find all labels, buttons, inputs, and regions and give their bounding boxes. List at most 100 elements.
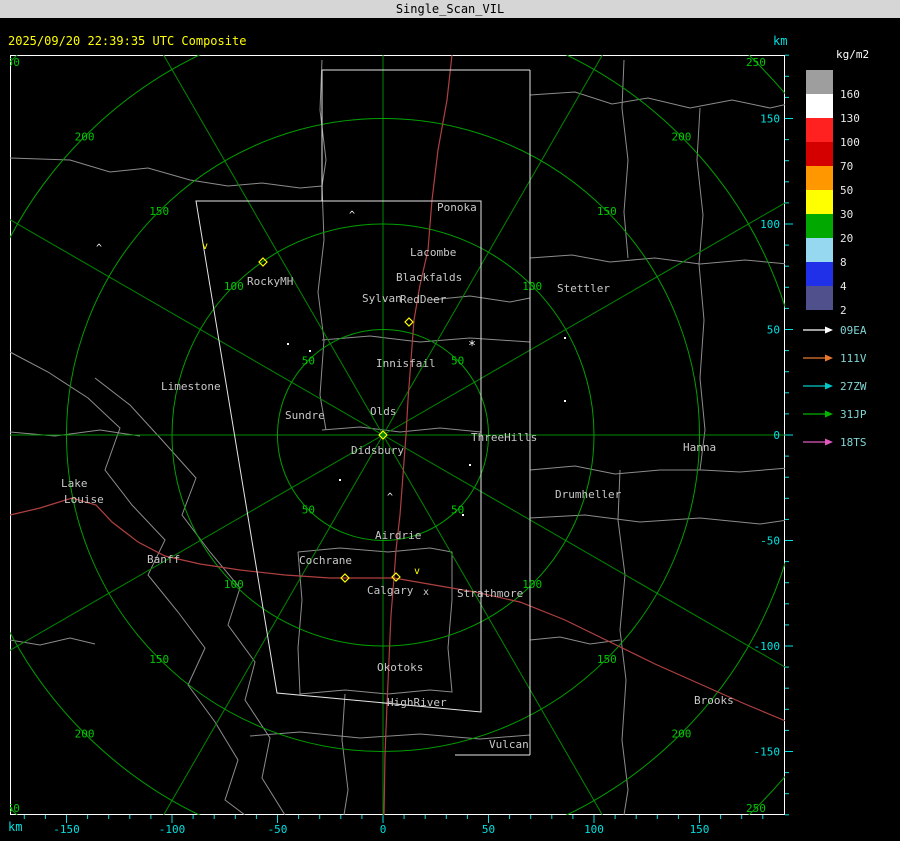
legend-arrow-head-icon bbox=[825, 354, 833, 362]
axis-label-right: 50 bbox=[767, 324, 780, 337]
arrow-v-marker-icon: v bbox=[414, 566, 420, 577]
range-ring-label: 150 bbox=[597, 205, 617, 218]
range-ring-label: 250 bbox=[0, 802, 20, 815]
county-boundary-line bbox=[94, 377, 286, 815]
range-ring-label: 100 bbox=[224, 280, 244, 293]
radar-map-svg: 5050505010010010010015015015015020020020… bbox=[0, 48, 869, 836]
legend-id-label: 111V bbox=[840, 352, 867, 365]
axis-label-bottom: 100 bbox=[584, 823, 604, 836]
city-label: RockyMH bbox=[247, 275, 293, 288]
city-label: Vulcan bbox=[489, 738, 529, 751]
city-marker-dot-icon bbox=[564, 337, 566, 339]
scale-swatch bbox=[806, 238, 833, 262]
axis-label-bottom: -100 bbox=[159, 823, 186, 836]
range-ring-label: 200 bbox=[671, 131, 691, 144]
city-label: HighRiver bbox=[387, 696, 447, 709]
radial-line bbox=[163, 434, 384, 815]
range-ring-label: 200 bbox=[75, 727, 95, 740]
range-ring-label: 100 bbox=[522, 280, 542, 293]
county-boundary-line bbox=[529, 514, 785, 525]
county-boundary-line bbox=[529, 465, 785, 475]
range-ring-label: 100 bbox=[522, 578, 542, 591]
scale-value-label: 20 bbox=[840, 232, 853, 245]
axis-label-right: -50 bbox=[760, 535, 780, 548]
range-ring-label: 50 bbox=[451, 354, 464, 367]
caret-marker-icon: ^ bbox=[387, 492, 393, 503]
scale-value-label: 160 bbox=[840, 88, 860, 101]
range-ring-label: 150 bbox=[149, 205, 169, 218]
scale-swatch bbox=[806, 190, 833, 214]
county-boundary-line bbox=[617, 469, 629, 815]
city-marker-dot-icon bbox=[309, 350, 311, 352]
axis-label-bottom: 50 bbox=[482, 823, 495, 836]
city-label: Hanna bbox=[683, 441, 716, 454]
axis-label-right: -150 bbox=[754, 746, 781, 759]
range-ring-label: 200 bbox=[671, 727, 691, 740]
city-label: Calgary bbox=[367, 584, 414, 597]
scale-value-label: 2 bbox=[840, 304, 847, 317]
city-label: Okotoks bbox=[377, 661, 423, 674]
scale-swatch bbox=[806, 118, 833, 142]
city-label: Drumheller bbox=[555, 488, 622, 501]
radial-line bbox=[10, 219, 384, 436]
city-marker-diamond-icon bbox=[391, 572, 401, 582]
city-label: Didsbury bbox=[351, 444, 404, 457]
range-ring-label: 50 bbox=[302, 504, 315, 517]
asterisk-marker-icon: * bbox=[468, 339, 476, 354]
city-marker-dot-icon bbox=[462, 514, 464, 516]
city-label: Airdrie bbox=[375, 529, 421, 542]
legend-id-label: 31JP bbox=[840, 408, 867, 421]
legend-arrow-head-icon bbox=[825, 438, 833, 446]
scale-value-label: 50 bbox=[840, 184, 853, 197]
county-boundary-line bbox=[529, 254, 785, 265]
city-label: Sylvan bbox=[362, 292, 402, 305]
scale-swatch bbox=[806, 70, 833, 94]
axis-label-right: 0 bbox=[773, 429, 780, 442]
city-label: Brooks bbox=[694, 694, 734, 707]
county-boundary-line bbox=[696, 107, 706, 471]
scale-swatch bbox=[806, 142, 833, 166]
city-label: Limestone bbox=[161, 380, 221, 393]
county-boundary-line bbox=[341, 693, 349, 815]
city-label: Sundre bbox=[285, 409, 325, 422]
city-label: Lake bbox=[61, 477, 88, 490]
city-label: Louise bbox=[64, 493, 104, 506]
range-ring-label: 150 bbox=[597, 653, 617, 666]
axis-label-bottom: -50 bbox=[268, 823, 288, 836]
range-ring-label: 250 bbox=[746, 56, 766, 69]
city-label: Olds bbox=[370, 405, 397, 418]
city-label: Lacombe bbox=[410, 246, 456, 259]
scale-swatch bbox=[806, 94, 833, 118]
range-ring-label: 100 bbox=[224, 578, 244, 591]
county-boundary-line bbox=[10, 157, 323, 189]
city-label: Innisfail bbox=[376, 357, 436, 370]
axis-label-bottom: 0 bbox=[380, 823, 387, 836]
range-ring-label: 250 bbox=[0, 56, 20, 69]
arrow-v-marker-icon: v bbox=[202, 241, 208, 252]
map-layers: 50 50 50 50 100 100 100 100 150 150 150 150 200 200 20… bbox=[0, 55, 785, 815]
city-marker-dot-icon bbox=[469, 464, 471, 466]
city-label: RedDeer bbox=[400, 293, 447, 306]
city-marker-diamond-icon bbox=[404, 317, 414, 327]
city-label: ThreeHills bbox=[471, 431, 537, 444]
range-ring-label: 150 bbox=[149, 653, 169, 666]
county-boundary-line bbox=[297, 547, 453, 695]
legend-arrow-head-icon bbox=[825, 326, 833, 334]
scale-swatch bbox=[806, 262, 833, 286]
scale-value-label: 100 bbox=[840, 136, 860, 149]
city-marker-dot-icon bbox=[564, 400, 566, 402]
scale-unit-label: kg/m2 bbox=[836, 48, 869, 61]
legend-id-label: 09EA bbox=[840, 324, 867, 337]
legend-arrow-head-icon bbox=[825, 410, 833, 418]
scale-value-label: 70 bbox=[840, 160, 853, 173]
axis-label-bottom: 150 bbox=[690, 823, 710, 836]
axis-label-right: 150 bbox=[760, 113, 780, 126]
scale-value-label: 130 bbox=[840, 112, 860, 125]
city-label: Banff bbox=[147, 553, 180, 566]
legend-id-label: 27ZW bbox=[840, 380, 867, 393]
city-marker-dot-icon bbox=[287, 343, 289, 345]
scale-swatch bbox=[806, 166, 833, 190]
city-label: Stettler bbox=[557, 282, 610, 295]
radar-app-window: { "window": { "title": "Single_Scan_VIL"… bbox=[0, 0, 900, 841]
radial-line bbox=[10, 434, 384, 651]
